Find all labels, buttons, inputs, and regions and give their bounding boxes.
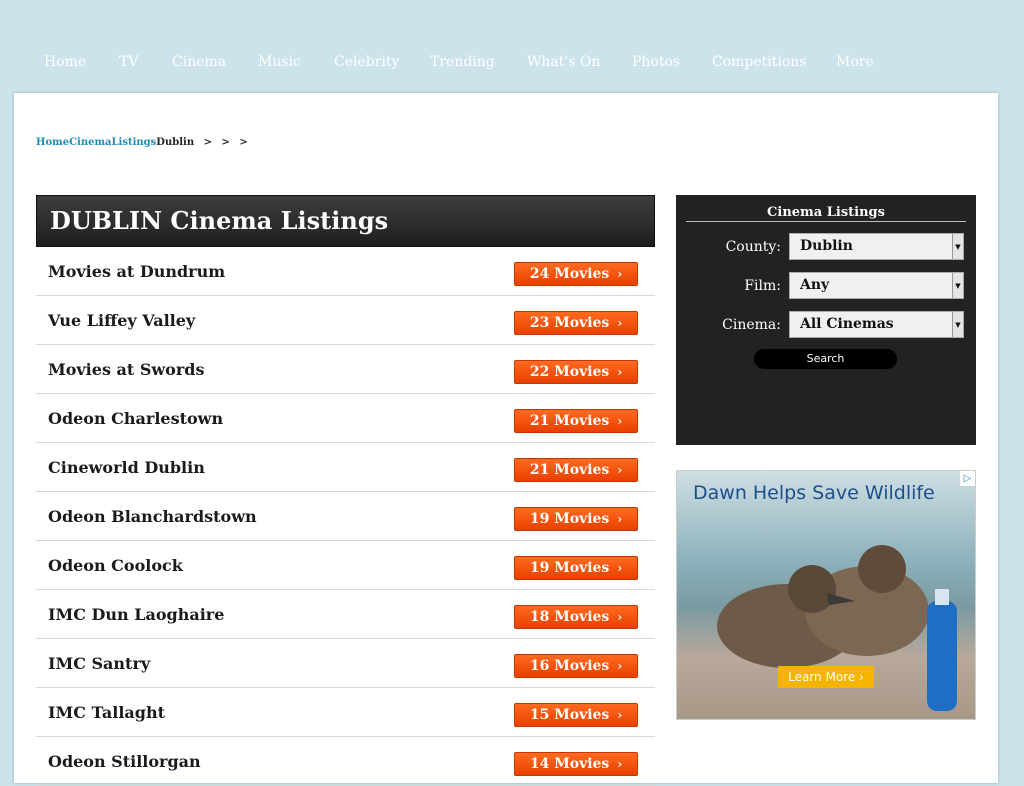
- movies-button[interactable]: 18 Movies ›: [514, 605, 638, 629]
- movies-count-label: 21 Movies: [529, 462, 610, 478]
- cinema-listing: DUBLIN Cinema Listings Movies at Dundrum…: [36, 195, 655, 786]
- movies-count-label: 18 Movies: [529, 609, 610, 625]
- county-label: County:: [725, 239, 781, 255]
- search-panel-title: Cinema Listings: [686, 205, 966, 222]
- movies-count-label: 16 Movies: [529, 658, 610, 674]
- movies-count-label: 19 Movies: [529, 511, 610, 527]
- cinema-name[interactable]: Odeon Charlestown: [48, 409, 223, 428]
- movies-count-label: 15 Movies: [529, 707, 610, 723]
- chevron-right-icon: ›: [617, 316, 623, 330]
- chevron-right-icon: ›: [617, 659, 623, 673]
- cinema-name[interactable]: Odeon Stillorgan: [48, 752, 201, 771]
- listing-title: DUBLIN Cinema Listings: [36, 195, 655, 247]
- dropdown-arrow-icon: ▼: [952, 312, 963, 337]
- movies-button[interactable]: 22 Movies ›: [514, 360, 638, 384]
- listing-row: Movies at Swords 22 Movies ›: [36, 345, 655, 394]
- movies-button[interactable]: 24 Movies ›: [514, 262, 638, 286]
- movies-button[interactable]: 23 Movies ›: [514, 311, 638, 335]
- cinema-name[interactable]: IMC Dun Laoghaire: [48, 605, 224, 624]
- county-select[interactable]: Dublin ▼: [789, 233, 964, 260]
- chevron-right-icon: ›: [617, 267, 623, 281]
- nav-music[interactable]: Music: [258, 54, 301, 70]
- nav-whats-on[interactable]: What's On: [527, 54, 600, 70]
- chevron-right-icon: ›: [617, 463, 623, 477]
- movies-button[interactable]: 14 Movies ›: [514, 752, 638, 776]
- movies-button[interactable]: 19 Movies ›: [514, 556, 638, 580]
- listing-row: Odeon Stillorgan 14 Movies ›: [36, 737, 655, 786]
- listing-row: Odeon Charlestown 21 Movies ›: [36, 394, 655, 443]
- listing-row: Vue Liffey Valley 23 Movies ›: [36, 296, 655, 345]
- nav-tv[interactable]: TV: [119, 54, 138, 70]
- listing-row: Movies at Dundrum 24 Movies ›: [36, 247, 655, 296]
- chevron-right-icon: ›: [617, 757, 623, 771]
- listing-row: IMC Dun Laoghaire 18 Movies ›: [36, 590, 655, 639]
- breadcrumb-listings[interactable]: Listings: [112, 137, 157, 148]
- county-value: Dublin: [800, 238, 853, 254]
- chevron-right-icon: ›: [617, 414, 623, 428]
- movies-button[interactable]: 15 Movies ›: [514, 703, 638, 727]
- breadcrumb-separator: >: [203, 137, 212, 148]
- chevron-right-icon: ›: [617, 512, 623, 526]
- cinema-value: All Cinemas: [800, 316, 894, 332]
- listing-row: Cineworld Dublin 21 Movies ›: [36, 443, 655, 492]
- cinema-name[interactable]: Vue Liffey Valley: [48, 311, 195, 330]
- movies-count-label: 24 Movies: [529, 266, 610, 282]
- listing-row: Odeon Blanchardstown 19 Movies ›: [36, 492, 655, 541]
- dropdown-arrow-icon: ▼: [952, 234, 963, 259]
- nav-celebrity[interactable]: Celebrity: [334, 54, 399, 70]
- movies-count-label: 22 Movies: [529, 364, 610, 380]
- listing-row: IMC Santry 16 Movies ›: [36, 639, 655, 688]
- cinema-search-panel: Cinema Listings County: Dublin ▼ Film: A…: [676, 195, 976, 445]
- cinema-name[interactable]: Odeon Coolock: [48, 556, 183, 575]
- nav-home[interactable]: Home: [44, 54, 86, 70]
- film-select[interactable]: Any ▼: [789, 272, 964, 299]
- cinema-name[interactable]: Movies at Dundrum: [48, 262, 225, 281]
- cinema-name[interactable]: IMC Tallaght: [48, 703, 165, 722]
- nav-photos[interactable]: Photos: [632, 54, 680, 70]
- nav-more[interactable]: More: [836, 54, 874, 70]
- cinema-name[interactable]: Movies at Swords: [48, 360, 204, 379]
- movies-button[interactable]: 21 Movies ›: [514, 458, 638, 482]
- movies-count-label: 21 Movies: [529, 413, 610, 429]
- chevron-right-icon: ›: [617, 561, 623, 575]
- movies-count-label: 14 Movies: [529, 756, 610, 772]
- listing-row: IMC Tallaght 15 Movies ›: [36, 688, 655, 737]
- movies-count-label: 23 Movies: [529, 315, 610, 331]
- movies-button[interactable]: 19 Movies ›: [514, 507, 638, 531]
- breadcrumb-cinema[interactable]: Cinema: [69, 137, 111, 148]
- content-panel: HomeCinemaListingsDublin > > > DUBLIN Ci…: [14, 93, 998, 786]
- advertisement[interactable]: ▷ Dawn Helps Save Wildlife Learn More ›: [676, 470, 976, 720]
- film-value: Any: [800, 277, 830, 293]
- movies-button[interactable]: 21 Movies ›: [514, 409, 638, 433]
- breadcrumb: HomeCinemaListingsDublin > > >: [36, 137, 248, 148]
- cinema-select[interactable]: All Cinemas ▼: [789, 311, 964, 338]
- listing-row: Odeon Coolock 19 Movies ›: [36, 541, 655, 590]
- cinema-name[interactable]: IMC Santry: [48, 654, 150, 673]
- movies-count-label: 19 Movies: [529, 560, 610, 576]
- cinema-label: Cinema:: [722, 317, 781, 333]
- cinema-name[interactable]: Odeon Blanchardstown: [48, 507, 257, 526]
- learn-more-label: Learn More: [788, 670, 856, 684]
- cinema-name[interactable]: Cineworld Dublin: [48, 458, 205, 477]
- top-nav: Home TV Cinema Music Celebrity Trending …: [0, 48, 1011, 78]
- learn-more-button[interactable]: Learn More ›: [778, 666, 874, 688]
- dropdown-arrow-icon: ▼: [952, 273, 963, 298]
- movies-button[interactable]: 16 Movies ›: [514, 654, 638, 678]
- listing-rows: Movies at Dundrum 24 Movies › Vue Liffey Va…: [36, 247, 655, 786]
- breadcrumb-home[interactable]: Home: [36, 137, 69, 148]
- chevron-right-icon: ›: [617, 610, 623, 624]
- search-button[interactable]: Search: [754, 349, 897, 369]
- film-label: Film:: [744, 278, 781, 294]
- breadcrumb-current: Dublin: [156, 137, 195, 148]
- chevron-right-icon: ›: [617, 708, 623, 722]
- nav-trending[interactable]: Trending: [430, 54, 495, 70]
- nav-cinema[interactable]: Cinema: [172, 54, 226, 70]
- breadcrumb-separator: >: [239, 137, 248, 148]
- nav-competitions[interactable]: Competitions: [712, 54, 807, 70]
- breadcrumb-separator: >: [221, 137, 230, 148]
- chevron-right-icon: ›: [617, 365, 623, 379]
